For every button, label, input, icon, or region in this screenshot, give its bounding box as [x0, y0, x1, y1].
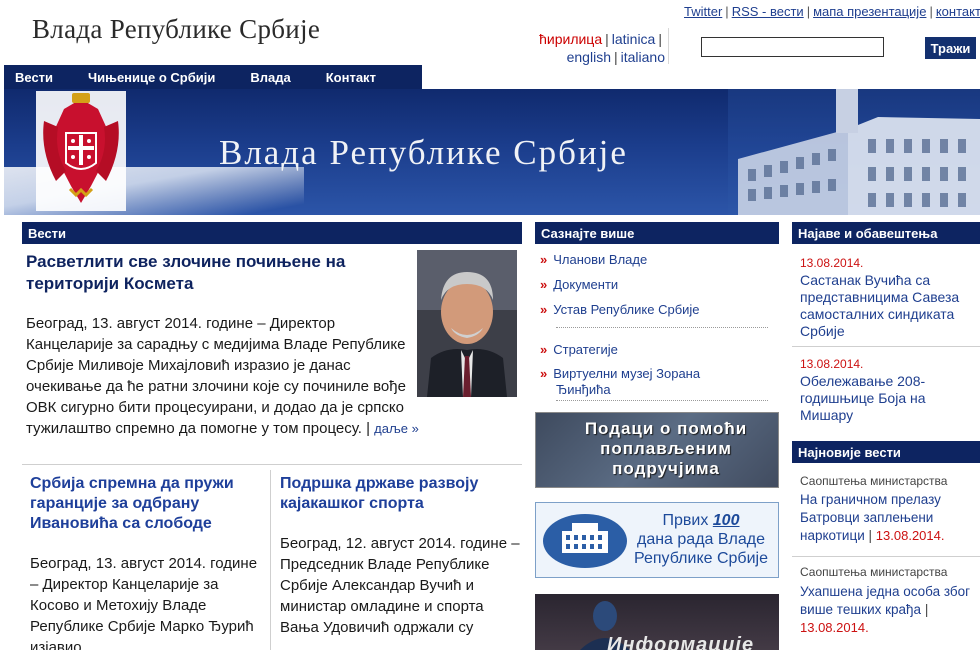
header-banner: Влада Републике Србије — [4, 89, 980, 215]
divider — [792, 346, 980, 347]
news-date: 13.08.2014. — [875, 528, 945, 543]
lang-latin[interactable]: latinica — [612, 31, 656, 47]
announcement-date: 13.08.2014. — [800, 357, 864, 371]
information-banner-text: Информације — [607, 634, 755, 650]
main-nav: Вести Чињенице о Србији Влада Контакт — [4, 65, 422, 89]
learn-more-header: Сазнајте више — [535, 222, 779, 244]
rss-link[interactable]: RSS - вести — [732, 4, 804, 19]
nav-item-facts[interactable]: Чињенице о Србији — [77, 70, 227, 85]
information-banner[interactable]: Информације — [535, 594, 779, 650]
divider — [792, 556, 980, 557]
flood-aid-banner-text: Подаци о помоћи поплављеним подручјима — [584, 419, 748, 478]
link-documents[interactable]: » Документи — [540, 277, 618, 293]
search-area: Тражи — [668, 28, 980, 64]
link-virtual-museum[interactable]: » Виртуелни музеј Зорана Ђинђића — [540, 366, 740, 398]
first-100-days-text: Првих 100 дана рада Владе Републике Срби… — [634, 512, 768, 567]
read-more-link[interactable]: даље » — [374, 421, 419, 436]
flood-aid-banner[interactable]: Подаци о помоћи поплављеним подручјима — [535, 412, 779, 488]
dotted-divider — [556, 327, 768, 328]
site-title[interactable]: Влада Републике Србије — [32, 14, 320, 45]
divider — [22, 464, 522, 465]
nav-item-contact[interactable]: Контакт — [315, 70, 388, 85]
coat-of-arms-icon — [36, 91, 126, 211]
news-category: Саопштења министарства — [800, 565, 948, 579]
lead-news-text: Београд, 13. август 2014. године – Дирек… — [26, 315, 406, 437]
news-header: Вести — [22, 222, 522, 244]
sitemap-link[interactable]: мапа презентације — [813, 4, 926, 19]
lang-italian[interactable]: italiano — [621, 49, 665, 65]
days-number: 100 — [712, 512, 740, 529]
search-button[interactable]: Тражи — [925, 37, 976, 59]
news-item-body: Београд, 13. август 2014. године – Дирек… — [30, 555, 258, 650]
divider — [270, 470, 271, 650]
nav-item-government[interactable]: Влада — [239, 70, 302, 85]
contact-link[interactable]: контакт — [936, 4, 980, 19]
news-item-body: Београд, 12. август 2014. године – Предс… — [280, 535, 520, 636]
link-strategies[interactable]: » Стратегије — [540, 342, 618, 358]
first-100-days-banner[interactable]: Првих 100 дана рада Владе Републике Срби… — [535, 502, 779, 578]
lead-news-body: Београд, 13. август 2014. године – Дирек… — [26, 313, 421, 439]
top-links: Twitter | RSS - вести | мапа презентације | ко… — [684, 4, 980, 19]
building-badge-icon — [543, 514, 627, 568]
link-constitution[interactable]: » Устав Републике Србије — [540, 302, 700, 318]
news-item-title[interactable]: Подршка државе развоју кајакашког спорта — [280, 474, 520, 514]
nav-item-news[interactable]: Вести — [4, 70, 65, 85]
news-item-title[interactable]: Србија спремна да пружи гаранције за одб… — [30, 474, 262, 534]
announcements-header: Најаве и обавештења — [792, 222, 980, 244]
arrow-icon: » — [540, 277, 548, 292]
latest-news-header: Најновије вести — [792, 441, 980, 463]
lead-news-photo[interactable] — [417, 250, 517, 397]
announcement-date: 13.08.2014. — [800, 256, 864, 270]
lang-cyrillic[interactable]: ћирилица — [539, 31, 602, 47]
search-input[interactable] — [701, 37, 884, 57]
lang-english[interactable]: english — [567, 49, 611, 65]
government-building-image — [728, 89, 980, 215]
banner-title: Влада Републике Србије — [219, 133, 628, 172]
language-switcher: ћирилица | latinica | english | italiano — [539, 31, 665, 65]
arrow-icon: » — [540, 366, 548, 381]
announcement-link[interactable]: Обележавање 208-годишњице Боја на Мишару — [800, 373, 980, 424]
link-government-members[interactable]: » Чланови Владе — [540, 252, 647, 268]
dotted-divider — [556, 400, 768, 401]
arrow-icon: » — [540, 302, 548, 317]
twitter-link[interactable]: Twitter — [684, 4, 722, 19]
latest-news-item[interactable]: Ухапшена једна особа због више тешких кр… — [800, 583, 980, 637]
news-date: 13.08.2014. — [800, 620, 869, 635]
latest-news-item[interactable]: На граничном прелазу Батровци заплењени … — [800, 491, 980, 545]
arrow-icon: » — [540, 342, 548, 357]
announcement-link[interactable]: Састанак Вучића са представницима Савеза… — [800, 272, 980, 340]
lead-news-title[interactable]: Расветлити све злочине почињене на терит… — [26, 251, 411, 295]
arrow-icon: » — [540, 252, 548, 267]
news-category: Саопштења министарства — [800, 474, 948, 488]
